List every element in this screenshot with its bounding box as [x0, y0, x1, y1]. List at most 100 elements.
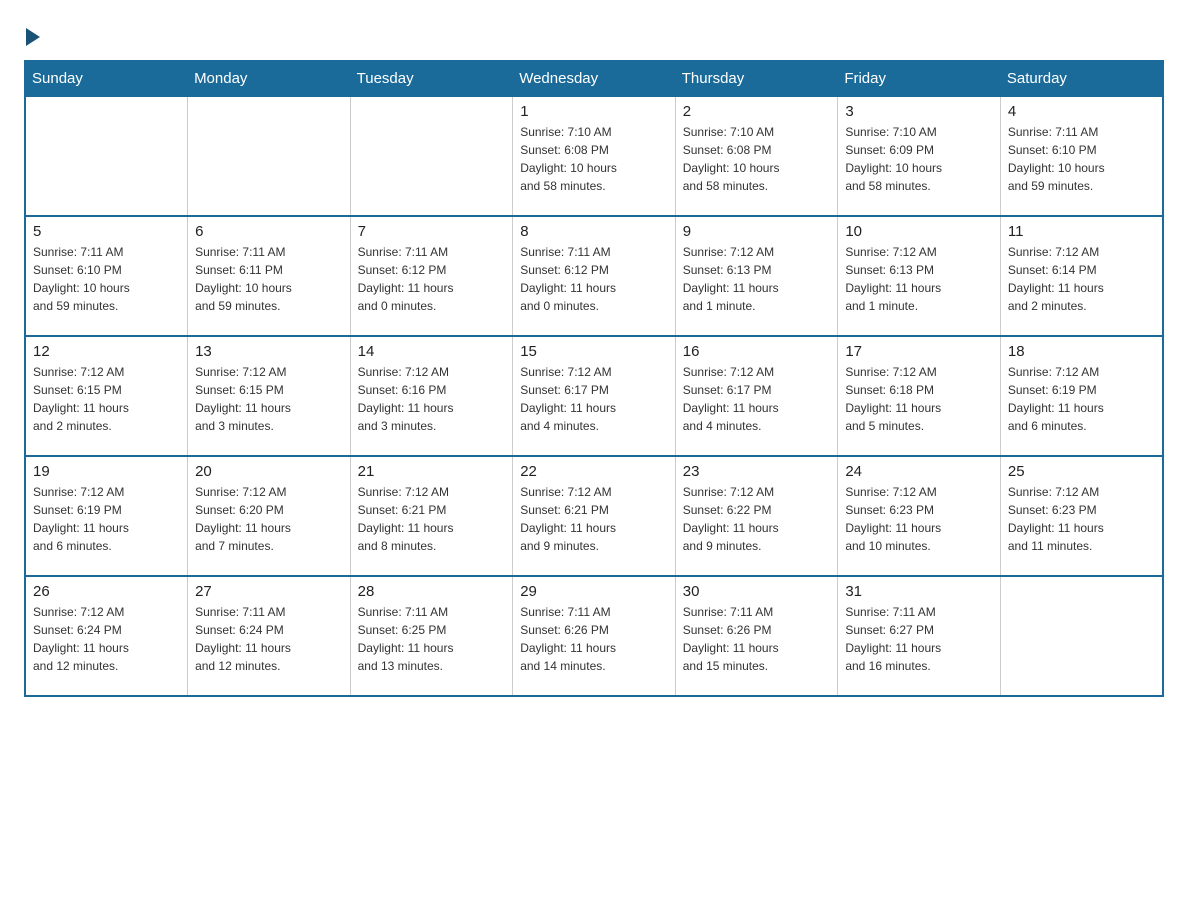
day-number: 21	[358, 463, 506, 480]
calendar-cell: 1 Sunrise: 7:10 AM Sunset: 6:08 PM Daylig…	[513, 96, 676, 216]
day-info: Sunrise: 7:11 AM Sunset: 6:24 PM Dayligh…	[195, 603, 343, 675]
calendar-cell: 20 Sunrise: 7:12 AM Sunset: 6:20 PM Dayli…	[188, 456, 351, 576]
day-info: Sunrise: 7:12 AM Sunset: 6:19 PM Dayligh…	[33, 483, 180, 555]
day-info: Sunrise: 7:12 AM Sunset: 6:13 PM Dayligh…	[845, 243, 993, 315]
day-info: Sunrise: 7:12 AM Sunset: 6:16 PM Dayligh…	[358, 363, 506, 435]
weekday-header-friday: Friday	[838, 61, 1001, 96]
day-number: 27	[195, 583, 343, 600]
day-number: 22	[520, 463, 668, 480]
day-info: Sunrise: 7:11 AM Sunset: 6:10 PM Dayligh…	[33, 243, 180, 315]
calendar-cell: 4 Sunrise: 7:11 AM Sunset: 6:10 PM Daylig…	[1000, 96, 1163, 216]
day-number: 17	[845, 343, 993, 360]
calendar-cell: 21Sunrise: 7:12 AM Sunset: 6:21 PM Dayli…	[350, 456, 513, 576]
calendar-week-5: 26 Sunrise: 7:12 AM Sunset: 6:24 PM Dayli…	[25, 576, 1163, 696]
day-number: 24	[845, 463, 993, 480]
day-info: Sunrise: 7:11 AM Sunset: 6:10 PM Dayligh…	[1008, 123, 1155, 195]
calendar-cell: 18 Sunrise: 7:12 AM Sunset: 6:19 PM Dayli…	[1000, 336, 1163, 456]
day-number: 19	[33, 463, 180, 480]
day-number: 4	[1008, 103, 1155, 120]
calendar-week-4: 19 Sunrise: 7:12 AM Sunset: 6:19 PM Dayli…	[25, 456, 1163, 576]
day-info: Sunrise: 7:12 AM Sunset: 6:24 PM Dayligh…	[33, 603, 180, 675]
day-number: 2	[683, 103, 831, 120]
calendar-cell: 12 Sunrise: 7:12 AM Sunset: 6:15 PM Dayli…	[25, 336, 188, 456]
day-number: 20	[195, 463, 343, 480]
calendar-cell: 19 Sunrise: 7:12 AM Sunset: 6:19 PM Dayli…	[25, 456, 188, 576]
calendar-week-3: 12 Sunrise: 7:12 AM Sunset: 6:15 PM Dayli…	[25, 336, 1163, 456]
day-info: Sunrise: 7:12 AM Sunset: 6:23 PM Dayligh…	[845, 483, 993, 555]
calendar-cell: 8 Sunrise: 7:11 AM Sunset: 6:12 PM Daylig…	[513, 216, 676, 336]
calendar-cell: 14Sunrise: 7:12 AM Sunset: 6:16 PM Dayli…	[350, 336, 513, 456]
day-number: 5	[33, 223, 180, 240]
calendar-cell: 7 Sunrise: 7:11 AM Sunset: 6:12 PM Daylig…	[350, 216, 513, 336]
calendar-cell: 17 Sunrise: 7:12 AM Sunset: 6:18 PM Dayli…	[838, 336, 1001, 456]
day-info: Sunrise: 7:11 AM Sunset: 6:26 PM Dayligh…	[520, 603, 668, 675]
day-info: Sunrise: 7:10 AM Sunset: 6:08 PM Dayligh…	[520, 123, 668, 195]
calendar-table: SundayMondayTuesdayWednesdayThursdayFrid…	[24, 60, 1164, 697]
day-info: Sunrise: 7:12 AM Sunset: 6:14 PM Dayligh…	[1008, 243, 1155, 315]
day-info: Sunrise: 7:12 AM Sunset: 6:21 PM Dayligh…	[520, 483, 668, 555]
calendar-cell: 13 Sunrise: 7:12 AM Sunset: 6:15 PM Dayli…	[188, 336, 351, 456]
day-info: Sunrise: 7:12 AM Sunset: 6:15 PM Dayligh…	[195, 363, 343, 435]
weekday-header-saturday: Saturday	[1000, 61, 1163, 96]
calendar-cell: 23Sunrise: 7:12 AM Sunset: 6:22 PM Dayli…	[675, 456, 838, 576]
day-info: Sunrise: 7:12 AM Sunset: 6:20 PM Dayligh…	[195, 483, 343, 555]
calendar-week-2: 5 Sunrise: 7:11 AM Sunset: 6:10 PM Daylig…	[25, 216, 1163, 336]
day-info: Sunrise: 7:12 AM Sunset: 6:15 PM Dayligh…	[33, 363, 180, 435]
day-info: Sunrise: 7:12 AM Sunset: 6:17 PM Dayligh…	[683, 363, 831, 435]
day-number: 31	[845, 583, 993, 600]
day-number: 28	[358, 583, 506, 600]
weekday-header-row: SundayMondayTuesdayWednesdayThursdayFrid…	[25, 61, 1163, 96]
calendar-cell	[25, 96, 188, 216]
calendar-cell: 10 Sunrise: 7:12 AM Sunset: 6:13 PM Dayli…	[838, 216, 1001, 336]
calendar-cell: 15 Sunrise: 7:12 AM Sunset: 6:17 PM Dayli…	[513, 336, 676, 456]
day-info: Sunrise: 7:12 AM Sunset: 6:17 PM Dayligh…	[520, 363, 668, 435]
day-info: Sunrise: 7:12 AM Sunset: 6:18 PM Dayligh…	[845, 363, 993, 435]
weekday-header-monday: Monday	[188, 61, 351, 96]
day-number: 29	[520, 583, 668, 600]
day-number: 8	[520, 223, 668, 240]
calendar-cell: 28 Sunrise: 7:11 AM Sunset: 6:25 PM Dayli…	[350, 576, 513, 696]
day-number: 13	[195, 343, 343, 360]
calendar-cell	[188, 96, 351, 216]
day-info: Sunrise: 7:12 AM Sunset: 6:19 PM Dayligh…	[1008, 363, 1155, 435]
day-number: 7	[358, 223, 506, 240]
calendar-cell: 5 Sunrise: 7:11 AM Sunset: 6:10 PM Daylig…	[25, 216, 188, 336]
weekday-header-sunday: Sunday	[25, 61, 188, 96]
calendar-cell: 11 Sunrise: 7:12 AM Sunset: 6:14 PM Dayli…	[1000, 216, 1163, 336]
calendar-cell: 3 Sunrise: 7:10 AM Sunset: 6:09 PM Daylig…	[838, 96, 1001, 216]
day-info: Sunrise: 7:11 AM Sunset: 6:11 PM Dayligh…	[195, 243, 343, 315]
day-number: 10	[845, 223, 993, 240]
day-number: 26	[33, 583, 180, 600]
day-number: 12	[33, 343, 180, 360]
calendar-cell: 6 Sunrise: 7:11 AM Sunset: 6:11 PM Daylig…	[188, 216, 351, 336]
weekday-header-thursday: Thursday	[675, 61, 838, 96]
day-info: Sunrise: 7:11 AM Sunset: 6:26 PM Dayligh…	[683, 603, 831, 675]
day-number: 15	[520, 343, 668, 360]
day-info: Sunrise: 7:11 AM Sunset: 6:25 PM Dayligh…	[358, 603, 506, 675]
day-number: 25	[1008, 463, 1155, 480]
logo	[24, 24, 40, 42]
calendar-cell: 25 Sunrise: 7:12 AM Sunset: 6:23 PM Dayli…	[1000, 456, 1163, 576]
day-number: 9	[683, 223, 831, 240]
calendar-cell: 31Sunrise: 7:11 AM Sunset: 6:27 PM Dayli…	[838, 576, 1001, 696]
day-number: 3	[845, 103, 993, 120]
weekday-header-wednesday: Wednesday	[513, 61, 676, 96]
day-info: Sunrise: 7:12 AM Sunset: 6:23 PM Dayligh…	[1008, 483, 1155, 555]
day-number: 23	[683, 463, 831, 480]
calendar-cell: 29 Sunrise: 7:11 AM Sunset: 6:26 PM Dayli…	[513, 576, 676, 696]
day-number: 11	[1008, 223, 1155, 240]
day-info: Sunrise: 7:11 AM Sunset: 6:12 PM Dayligh…	[520, 243, 668, 315]
day-info: Sunrise: 7:10 AM Sunset: 6:09 PM Dayligh…	[845, 123, 993, 195]
day-number: 1	[520, 103, 668, 120]
day-info: Sunrise: 7:10 AM Sunset: 6:08 PM Dayligh…	[683, 123, 831, 195]
day-number: 6	[195, 223, 343, 240]
calendar-cell: 27 Sunrise: 7:11 AM Sunset: 6:24 PM Dayli…	[188, 576, 351, 696]
day-number: 18	[1008, 343, 1155, 360]
calendar-cell: 26 Sunrise: 7:12 AM Sunset: 6:24 PM Dayli…	[25, 576, 188, 696]
calendar-cell	[350, 96, 513, 216]
calendar-cell: 16Sunrise: 7:12 AM Sunset: 6:17 PM Dayli…	[675, 336, 838, 456]
calendar-cell: 2 Sunrise: 7:10 AM Sunset: 6:08 PM Daylig…	[675, 96, 838, 216]
day-info: Sunrise: 7:11 AM Sunset: 6:12 PM Dayligh…	[358, 243, 506, 315]
calendar-cell: 24 Sunrise: 7:12 AM Sunset: 6:23 PM Dayli…	[838, 456, 1001, 576]
day-info: Sunrise: 7:12 AM Sunset: 6:13 PM Dayligh…	[683, 243, 831, 315]
